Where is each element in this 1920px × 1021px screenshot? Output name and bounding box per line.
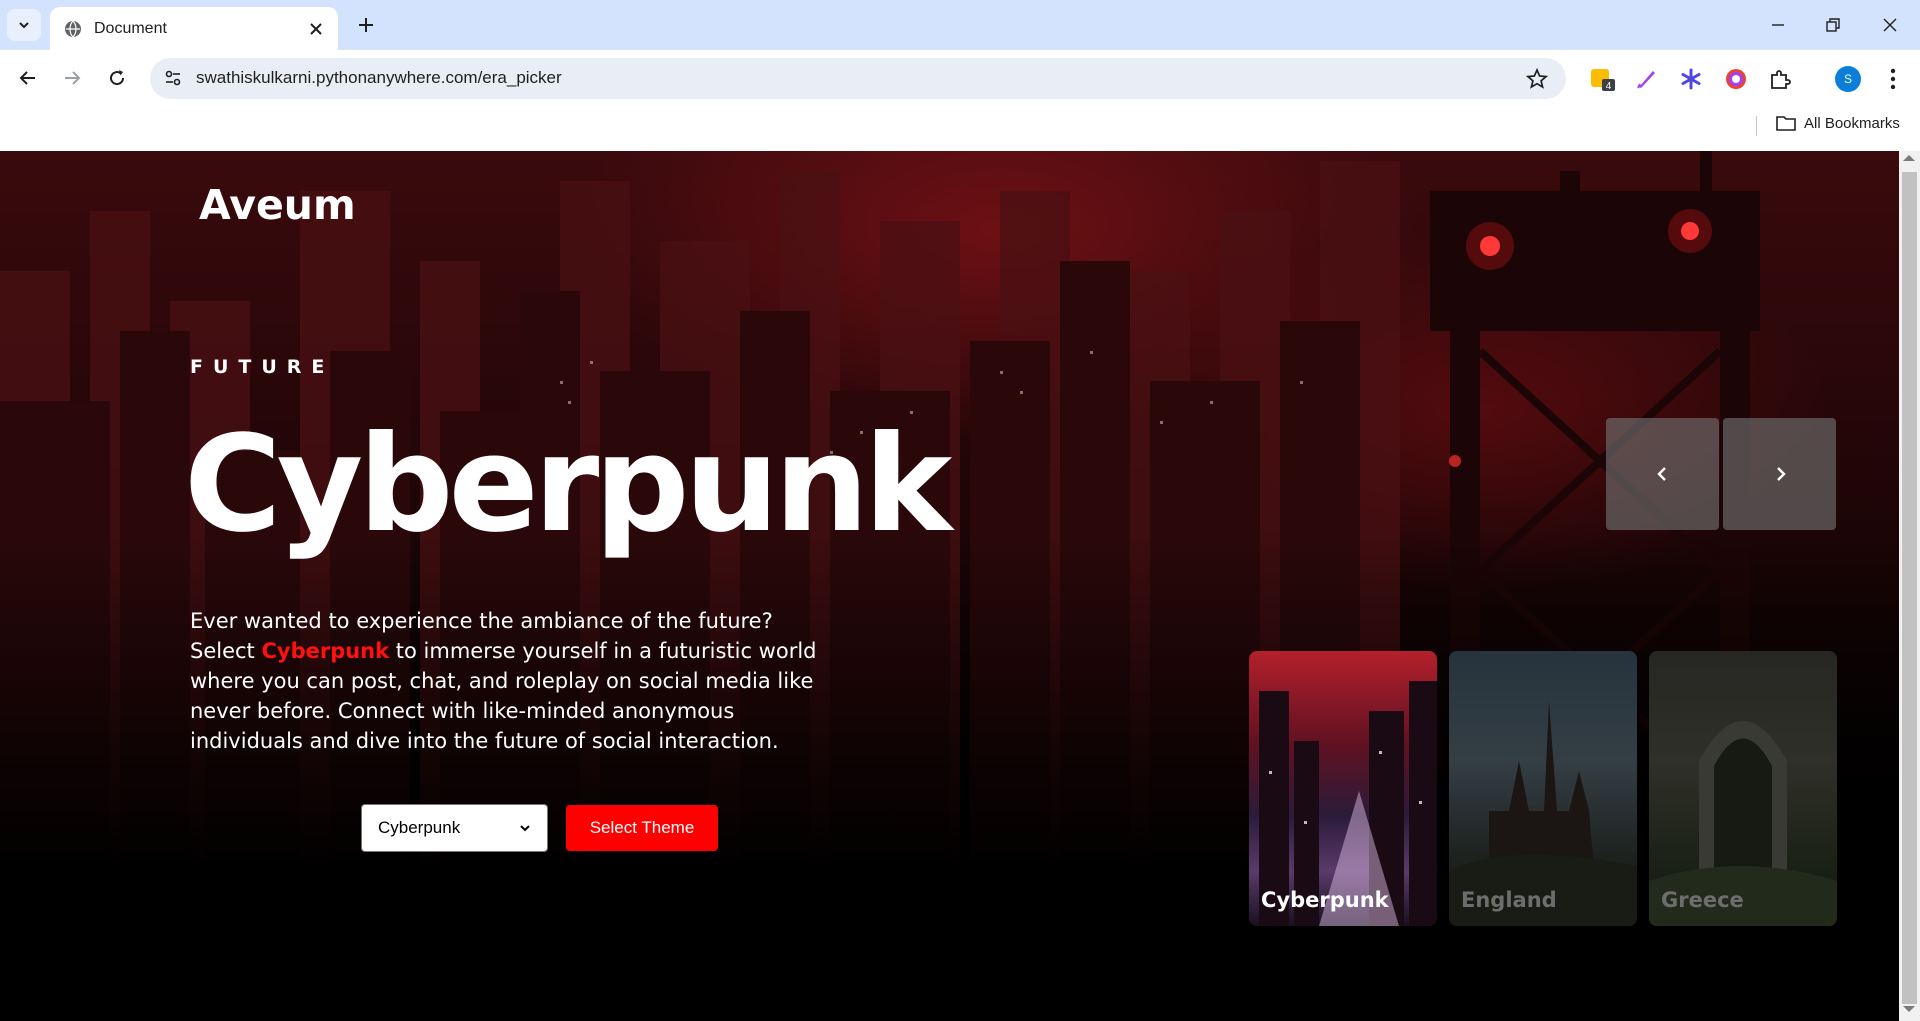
next-era-button[interactable] — [1723, 418, 1836, 530]
bookmark-star-icon[interactable] — [1524, 66, 1550, 92]
scroll-down-icon[interactable] — [1903, 1006, 1915, 1012]
era-picker-page: Aveum FUTURE Cyberpunk Ever wanted to ex… — [0, 151, 1899, 1021]
tab-search-button[interactable] — [7, 9, 41, 41]
site-info-icon[interactable] — [162, 67, 184, 89]
bookmarks-divider — [1756, 116, 1757, 136]
restore-icon — [1826, 18, 1840, 32]
arrow-right-icon — [65, 71, 81, 85]
england-card-image — [1449, 701, 1637, 926]
close-icon — [1883, 18, 1897, 32]
era-card-label: Cyberpunk — [1261, 888, 1389, 912]
theme-select[interactable]: Cyberpunk — [361, 804, 548, 852]
forward-button[interactable] — [57, 63, 87, 93]
era-card-england[interactable]: England — [1449, 651, 1637, 926]
brand-logo[interactable]: Aveum — [199, 181, 356, 229]
folder-icon — [1776, 116, 1796, 131]
arrow-left-icon — [19, 71, 35, 85]
pen-extension-icon[interactable] — [1633, 65, 1661, 93]
minimize-icon — [1772, 24, 1784, 26]
chevron-down-icon — [520, 825, 530, 832]
era-card-label: Greece — [1661, 888, 1744, 912]
chevron-right-icon — [1776, 467, 1786, 481]
close-tab-icon[interactable] — [306, 19, 326, 39]
restore-button[interactable] — [1818, 10, 1848, 40]
back-button[interactable] — [13, 63, 43, 93]
previous-era-button[interactable] — [1606, 418, 1719, 530]
more-menu-icon[interactable] — [1880, 65, 1906, 93]
era-card-greece[interactable]: Greece — [1649, 651, 1837, 926]
scrollbar-thumb[interactable] — [1902, 172, 1917, 1004]
globe-icon — [65, 20, 81, 37]
extension-keep-icon[interactable]: 4 — [1588, 65, 1616, 93]
plus-icon — [359, 18, 373, 32]
reload-button[interactable] — [102, 63, 132, 93]
select-theme-button[interactable]: Select Theme — [566, 805, 718, 851]
profile-initial: S — [1843, 72, 1852, 86]
tab-title: Document — [94, 19, 167, 37]
greece-card-image — [1649, 721, 1837, 926]
close-window-button[interactable] — [1875, 10, 1905, 40]
new-tab-button[interactable] — [353, 12, 379, 38]
era-card-cyberpunk[interactable]: Cyberpunk — [1249, 651, 1437, 926]
profile-avatar[interactable]: S — [1835, 66, 1861, 92]
chevron-left-icon — [1656, 467, 1666, 481]
era-card-label: England — [1461, 888, 1557, 912]
reload-icon — [110, 70, 125, 86]
color-picker-extension-icon[interactable] — [1722, 65, 1750, 93]
browser-tab[interactable]: Document — [50, 7, 338, 50]
era-title: Cyberpunk — [184, 408, 952, 562]
era-kicker: FUTURE — [190, 356, 335, 378]
extension-badge: 4 — [1606, 81, 1612, 92]
theme-select-value: Cyberpunk — [378, 818, 461, 837]
era-description-highlight: Cyberpunk — [261, 639, 390, 663]
asterisk-extension-icon[interactable] — [1677, 65, 1705, 93]
minimize-button[interactable] — [1763, 10, 1793, 40]
url-text[interactable]: swathiskulkarni.pythonanywhere.com/era_p… — [196, 68, 562, 88]
puzzle-extensions-icon[interactable] — [1766, 65, 1794, 93]
all-bookmarks-button[interactable]: All Bookmarks — [1776, 114, 1900, 132]
cyberpunk-card-image — [1259, 681, 1437, 926]
era-description: Ever wanted to experience the ambiance o… — [190, 606, 830, 756]
scroll-up-icon[interactable] — [1903, 155, 1915, 161]
all-bookmarks-label: All Bookmarks — [1804, 114, 1900, 132]
chevron-down-icon — [19, 22, 29, 29]
